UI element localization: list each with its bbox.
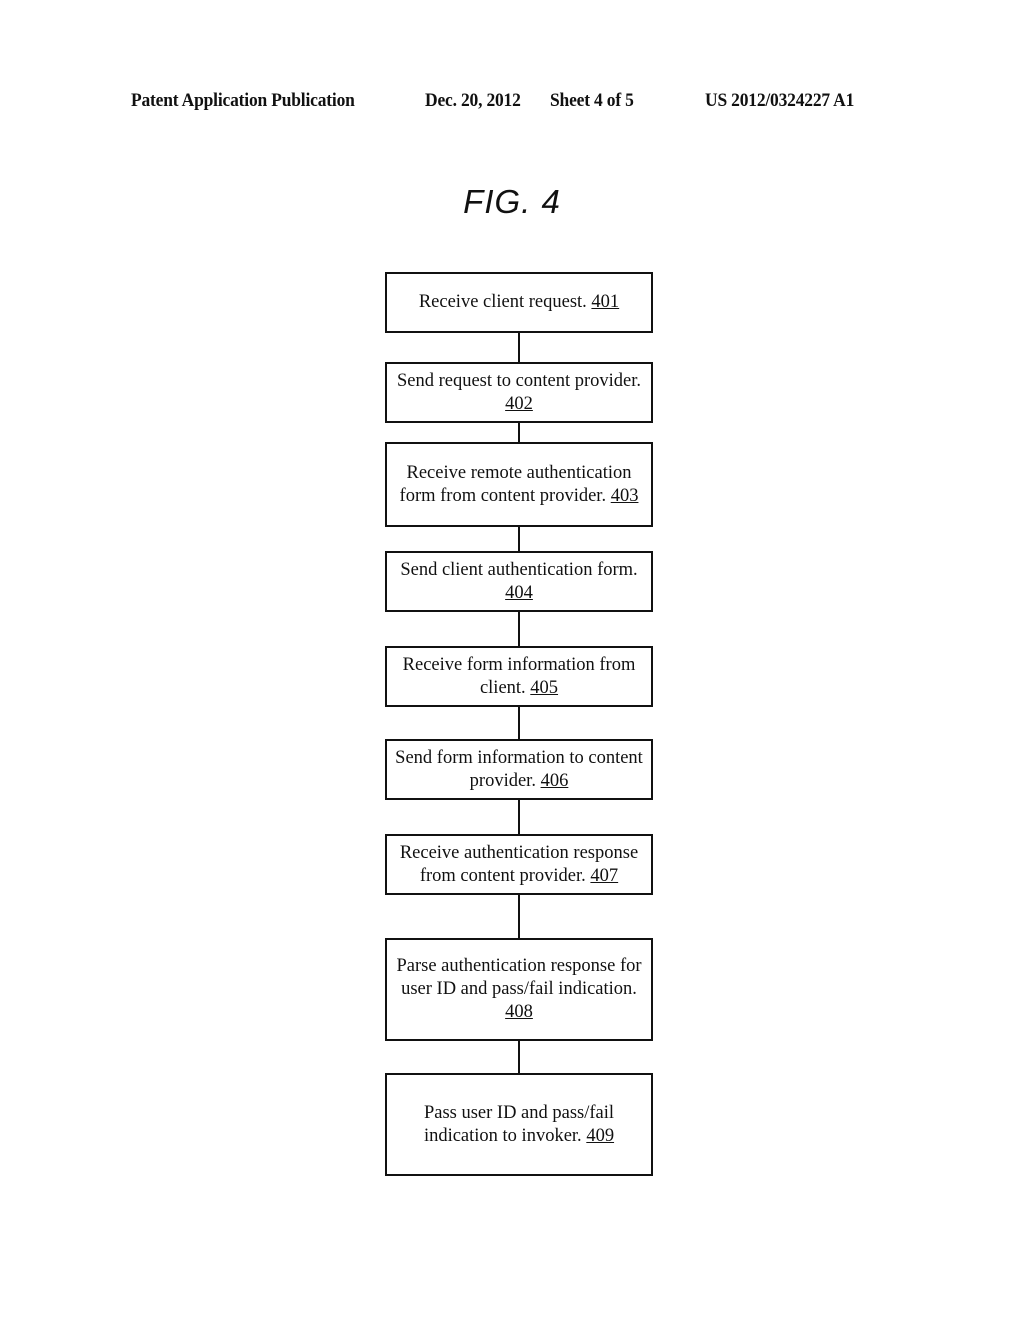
connector-408-409 xyxy=(518,1041,520,1073)
step-box-407: Receive authentication response from con… xyxy=(385,834,653,895)
step-content: Receive form information from client. 40… xyxy=(391,654,647,700)
step-content: Parse authentication response for user I… xyxy=(391,955,647,1024)
step-content: Receive authentication response from con… xyxy=(391,842,647,888)
connector-404-405 xyxy=(518,612,520,646)
step-content: Receive remote authentication form from … xyxy=(391,462,647,508)
step-ref-number: 401 xyxy=(591,292,620,312)
step-box-402: Send request to content provider. 402 xyxy=(385,362,653,423)
publication-number: US 2012/0324227 A1 xyxy=(705,90,855,111)
connector-403-404 xyxy=(518,527,520,551)
step-text: Parse authentication response for user I… xyxy=(396,956,642,999)
step-text: Receive remote authentication form from … xyxy=(399,462,632,506)
connector-401-402 xyxy=(518,333,520,362)
step-content: Receive client request. 401 xyxy=(419,291,619,314)
step-ref-number: 402 xyxy=(505,393,533,414)
step-ref-number: 404 xyxy=(505,582,533,603)
step-ref-number: 406 xyxy=(540,770,569,791)
step-box-408: Parse authentication response for user I… xyxy=(385,938,653,1041)
publication-type: Patent Application Publication xyxy=(131,90,355,111)
step-box-406: Send form information to content provide… xyxy=(385,739,653,800)
connector-402-403 xyxy=(518,423,520,442)
step-ref-number: 405 xyxy=(530,677,559,698)
step-box-401: Receive client request. 401 xyxy=(385,272,653,333)
step-content: Send request to content provider. 402 xyxy=(391,370,647,416)
step-text: Receive client request. xyxy=(418,292,587,312)
figure-title: FIG. 4 xyxy=(463,183,561,220)
step-ref-number: 403 xyxy=(610,485,639,506)
step-content: Pass user ID and pass/fail indication to… xyxy=(391,1102,647,1148)
step-ref-number: 409 xyxy=(586,1125,615,1146)
step-text: Send client authentication form. xyxy=(400,559,638,580)
connector-405-406 xyxy=(518,707,520,739)
step-ref-number: 408 xyxy=(505,1002,533,1022)
step-ref-number: 407 xyxy=(590,865,619,886)
step-box-405: Receive form information from client. 40… xyxy=(385,646,653,707)
step-text: Send form information to content provide… xyxy=(395,747,643,791)
connector-407-408 xyxy=(518,895,520,938)
step-box-403: Receive remote authentication form from … xyxy=(385,442,653,527)
step-content: Send form information to content provide… xyxy=(391,747,647,793)
step-box-409: Pass user ID and pass/fail indication to… xyxy=(385,1073,653,1176)
sheet-number: Sheet 4 of 5 xyxy=(550,90,634,111)
step-text: Send request to content provider. xyxy=(396,370,642,391)
step-content: Send client authentication form. 404 xyxy=(391,559,647,605)
connector-406-407 xyxy=(518,800,520,834)
publication-date: Dec. 20, 2012 xyxy=(425,90,521,111)
step-box-404: Send client authentication form. 404 xyxy=(385,551,653,612)
step-text: Receive form information from client. xyxy=(402,654,636,698)
